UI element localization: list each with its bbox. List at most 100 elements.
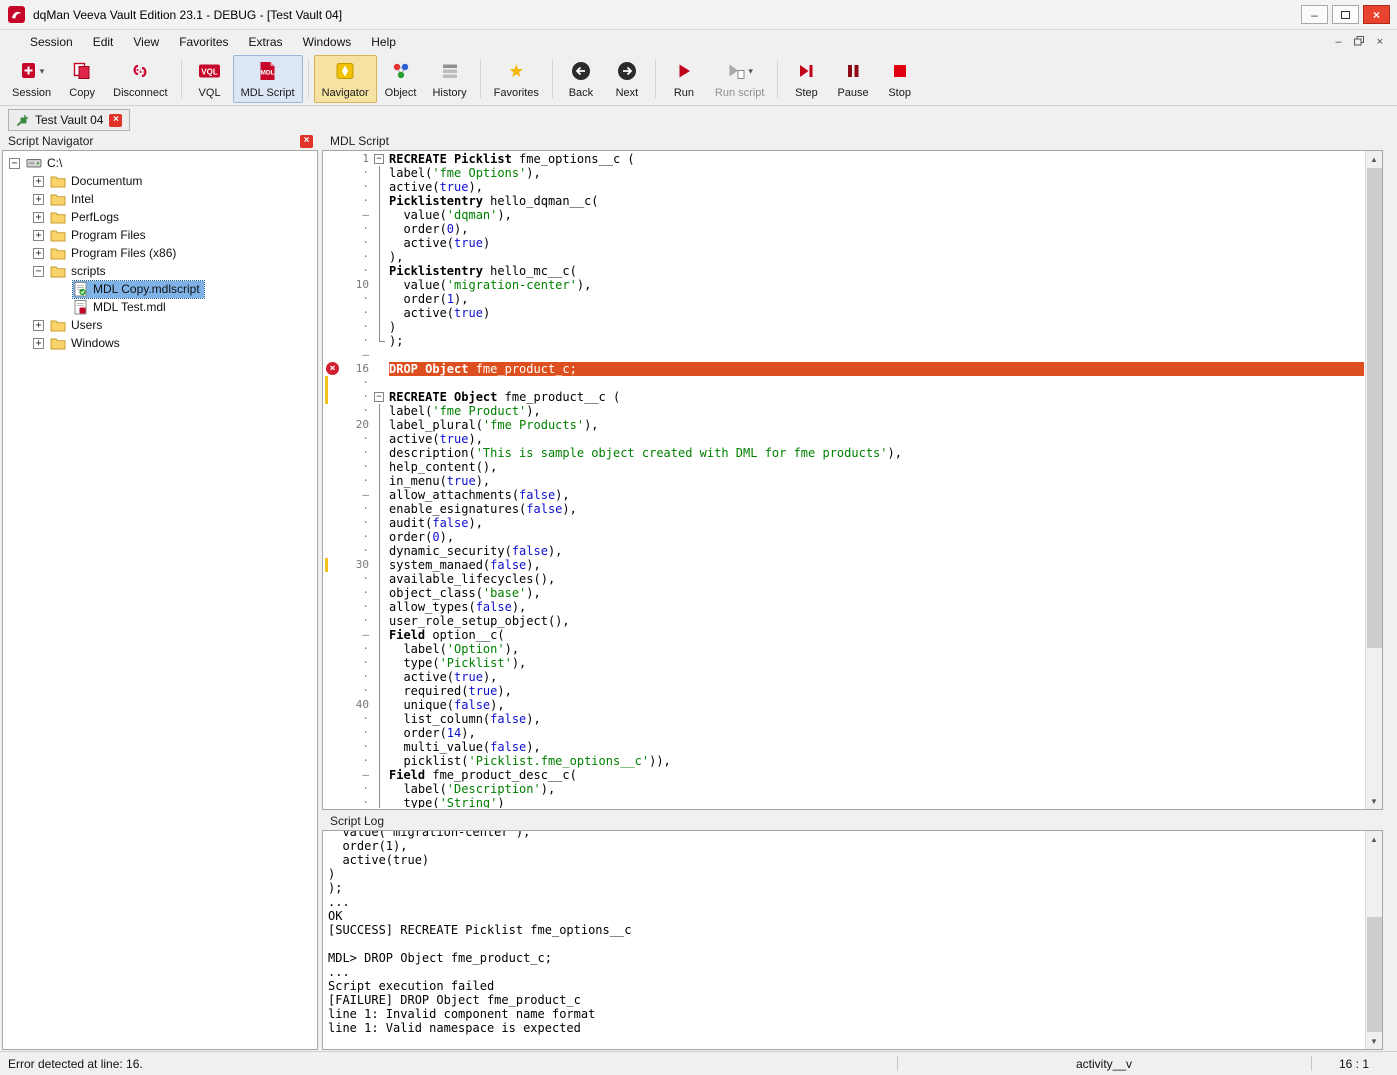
code-line[interactable]: · order(0),	[324, 222, 1364, 236]
collapse-toggle-icon[interactable]: −	[9, 158, 20, 169]
code-line[interactable]: ·object_class('base'),	[324, 586, 1364, 600]
code-text[interactable]: ),	[389, 250, 1364, 264]
code-text[interactable]: order(0),	[389, 530, 1364, 544]
code-text[interactable]: )	[389, 320, 1364, 334]
code-line[interactable]: · multi_value(false),	[324, 740, 1364, 754]
code-text[interactable]: dynamic_security(false),	[389, 544, 1364, 558]
expand-toggle-icon[interactable]: +	[33, 320, 44, 331]
code-area[interactable]: 1−RECREATE Picklist fme_options__c (·lab…	[324, 152, 1364, 808]
code-text[interactable]: in_menu(true),	[389, 474, 1364, 488]
log-vertical-scrollbar[interactable]: ▲ ▼	[1365, 831, 1382, 1049]
code-line[interactable]: · required(true),	[324, 684, 1364, 698]
fold-column[interactable]: −	[372, 152, 389, 166]
code-line[interactable]: ·available_lifecycles(),	[324, 572, 1364, 586]
code-line[interactable]: · label('Option'),	[324, 642, 1364, 656]
code-text[interactable]: active(true)	[389, 236, 1364, 250]
script-log-panel[interactable]: value('migration-center'), order(1), act…	[322, 830, 1383, 1050]
mdi-restore-button[interactable]	[1354, 36, 1365, 49]
code-line[interactable]: 40 unique(false),	[324, 698, 1364, 712]
code-text[interactable]: RECREATE Object fme_product__c (	[389, 390, 1364, 404]
code-text[interactable]: active(true),	[389, 670, 1364, 684]
code-line[interactable]: ·−RECREATE Object fme_product__c (	[324, 390, 1364, 404]
object-button[interactable]: Object	[377, 55, 425, 103]
navigator-button[interactable]: Navigator	[314, 55, 377, 103]
mdl-script-editor[interactable]: 1−RECREATE Picklist fme_options__c (·lab…	[322, 150, 1383, 810]
code-text[interactable]: label('fme Product'),	[389, 404, 1364, 418]
code-line[interactable]: ×16DROP Object fme_product_c;	[324, 362, 1364, 376]
history-button[interactable]: History	[424, 55, 474, 103]
code-text[interactable]: allow_attachments(false),	[389, 488, 1364, 502]
menu-extras[interactable]: Extras	[239, 32, 293, 52]
expand-toggle-icon[interactable]: +	[33, 230, 44, 241]
back-button[interactable]: Back	[558, 55, 604, 103]
expand-toggle-icon[interactable]: +	[33, 338, 44, 349]
code-text[interactable]: );	[389, 334, 1364, 348]
code-line[interactable]: · picklist('Picklist.fme_options__c')),	[324, 754, 1364, 768]
navigator-close-icon[interactable]: ×	[300, 135, 313, 148]
code-line[interactable]: · type('Picklist'),	[324, 656, 1364, 670]
code-line[interactable]: ·active(true),	[324, 432, 1364, 446]
session-button[interactable]: ▾Session	[4, 55, 59, 103]
menu-favorites[interactable]: Favorites	[169, 32, 238, 52]
code-text[interactable]: unique(false),	[389, 698, 1364, 712]
code-line[interactable]: · label('Description'),	[324, 782, 1364, 796]
mdl-script-button[interactable]: MDLMDL Script	[233, 55, 303, 103]
tree-item-windows[interactable]: +Windows	[3, 334, 317, 352]
code-text[interactable]: enable_esignatures(false),	[389, 502, 1364, 516]
code-text[interactable]: value('migration-center'),	[389, 278, 1364, 292]
code-text[interactable]: Picklistentry hello_dqman__c(	[389, 194, 1364, 208]
code-text[interactable]: type('Picklist'),	[389, 656, 1364, 670]
run-button[interactable]: Run	[661, 55, 707, 103]
code-line[interactable]: 20label_plural('fme Products'),	[324, 418, 1364, 432]
scroll-down-arrow[interactable]: ▼	[1366, 793, 1382, 809]
code-text[interactable]: object_class('base'),	[389, 586, 1364, 600]
expand-toggle-icon[interactable]: +	[33, 248, 44, 259]
code-line[interactable]: ·);	[324, 334, 1364, 348]
code-line[interactable]: –allow_attachments(false),	[324, 488, 1364, 502]
code-line[interactable]: · list_column(false),	[324, 712, 1364, 726]
code-text[interactable]: audit(false),	[389, 516, 1364, 530]
tree-item-intel[interactable]: +Intel	[3, 190, 317, 208]
code-text[interactable]: RECREATE Picklist fme_options__c (	[389, 152, 1364, 166]
code-text[interactable]: user_role_setup_object(),	[389, 614, 1364, 628]
run-script-button[interactable]: ▾Run script	[707, 55, 773, 103]
next-button[interactable]: Next	[604, 55, 650, 103]
tab-test-vault-04[interactable]: Test Vault 04 ×	[8, 109, 130, 131]
code-line[interactable]: ·order(0),	[324, 530, 1364, 544]
menu-edit[interactable]: Edit	[83, 32, 124, 52]
tree-item-program-files[interactable]: +Program Files	[3, 226, 317, 244]
menu-session[interactable]: Session	[20, 32, 83, 52]
scrollbar-thumb[interactable]	[1367, 917, 1382, 1032]
code-text[interactable]: system_manaed(false),	[389, 558, 1364, 572]
collapse-fold-icon[interactable]: −	[374, 392, 384, 402]
code-text[interactable]: description('This is sample object creat…	[389, 446, 1364, 460]
code-text[interactable]: label('fme Options'),	[389, 166, 1364, 180]
code-line[interactable]: · order(1),	[324, 292, 1364, 306]
code-line[interactable]: 10 value('migration-center'),	[324, 278, 1364, 292]
mdi-minimize-button[interactable]: –	[1335, 37, 1341, 48]
code-text[interactable]: active(true),	[389, 432, 1364, 446]
collapse-fold-icon[interactable]: −	[374, 154, 384, 164]
code-text[interactable]: multi_value(false),	[389, 740, 1364, 754]
collapse-toggle-icon[interactable]: −	[33, 266, 44, 277]
code-text[interactable]: label('Option'),	[389, 642, 1364, 656]
scroll-up-arrow[interactable]: ▲	[1366, 831, 1382, 847]
code-line[interactable]: ·allow_types(false),	[324, 600, 1364, 614]
code-text[interactable]: order(0),	[389, 222, 1364, 236]
code-text[interactable]	[389, 376, 1364, 390]
tree-item-documentum[interactable]: +Documentum	[3, 172, 317, 190]
tree-item-mdl-copy-mdlscript[interactable]: MDL Copy.mdlscript	[3, 280, 317, 298]
code-text[interactable]: active(true)	[389, 306, 1364, 320]
code-text[interactable]: available_lifecycles(),	[389, 572, 1364, 586]
code-text[interactable]: list_column(false),	[389, 712, 1364, 726]
code-line[interactable]: 1−RECREATE Picklist fme_options__c (	[324, 152, 1364, 166]
expand-toggle-icon[interactable]: +	[33, 176, 44, 187]
maximize-button[interactable]	[1332, 5, 1359, 24]
code-text[interactable]: order(1),	[389, 292, 1364, 306]
code-text[interactable]: value('dqman'),	[389, 208, 1364, 222]
code-text[interactable]: active(true),	[389, 180, 1364, 194]
code-line[interactable]: ·description('This is sample object crea…	[324, 446, 1364, 460]
tab-close-icon[interactable]: ×	[109, 114, 122, 127]
code-line[interactable]: · active(true)	[324, 236, 1364, 250]
vql-button[interactable]: VQLVQL	[187, 55, 233, 103]
